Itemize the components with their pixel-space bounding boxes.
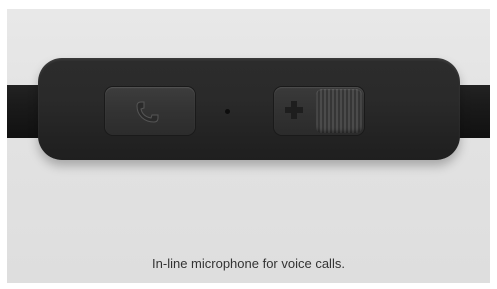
phone-icon (136, 101, 159, 123)
volume-rocker (274, 87, 364, 135)
volume-grip (316, 89, 362, 133)
call-button (105, 87, 195, 135)
inline-remote (38, 58, 460, 160)
caption: In-line microphone for voice calls. (152, 256, 345, 271)
microphone-hole (225, 109, 230, 114)
plus-icon (285, 101, 303, 119)
product-image: In-line microphone for voice calls. (7, 9, 490, 283)
